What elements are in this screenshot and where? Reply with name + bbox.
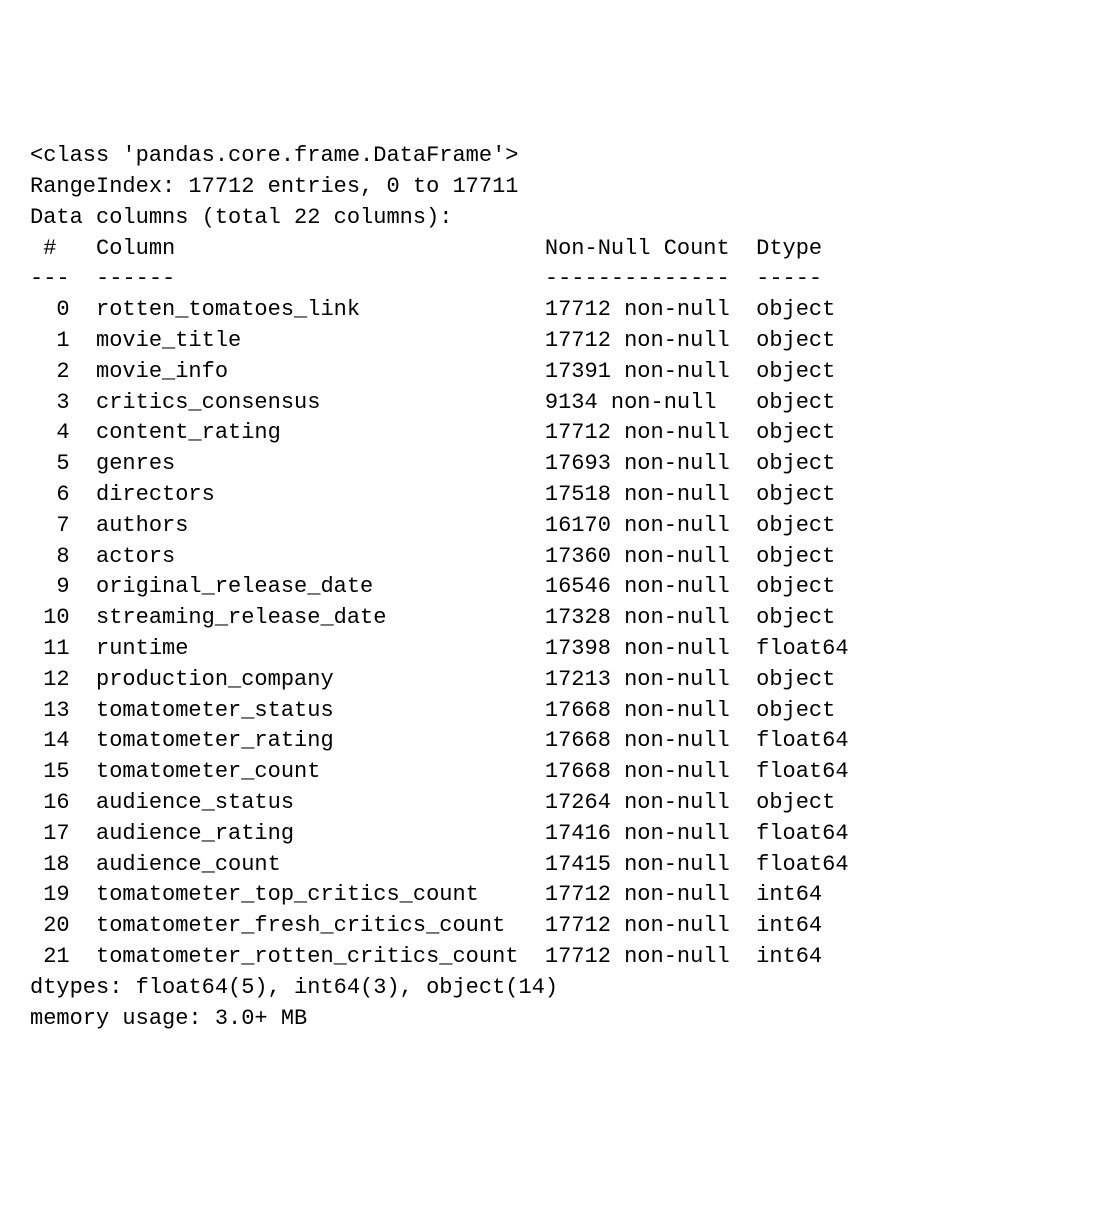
dataframe-info-output: <class 'pandas.core.frame.DataFrame'> Ra…	[30, 141, 1088, 1034]
